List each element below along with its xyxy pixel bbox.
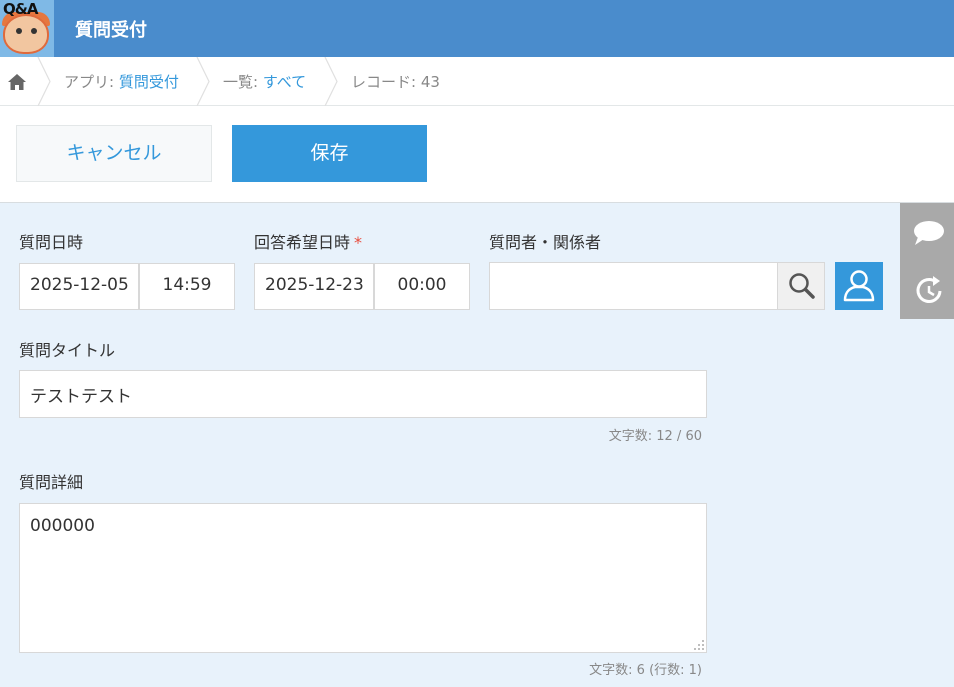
app-title: 質問受付	[75, 20, 147, 41]
history-icon	[916, 276, 942, 303]
history-button[interactable]	[900, 261, 954, 319]
app-icon-eye	[16, 28, 22, 34]
question-title-counter: 文字数: 12 / 60	[608, 429, 702, 444]
question-time-input[interactable]: 14:59	[139, 263, 235, 310]
save-button[interactable]: 保存	[232, 125, 427, 182]
user-icon	[843, 270, 875, 302]
question-date-input[interactable]: 2025-12-05	[19, 263, 139, 310]
app-icon-text: Q&A	[3, 0, 38, 18]
question-datetime-label: 質問日時	[19, 233, 84, 252]
required-mark: *	[354, 233, 363, 252]
resize-handle-icon[interactable]	[693, 639, 705, 651]
breadcrumb-separator	[37, 57, 51, 106]
app-header: Q&A 質問受付	[0, 0, 954, 57]
home-icon[interactable]	[7, 72, 27, 92]
desired-answer-time-input[interactable]: 00:00	[374, 263, 470, 310]
comment-icon	[914, 221, 944, 245]
questioner-input[interactable]	[489, 262, 778, 310]
questioner-label: 質問者・関係者	[489, 233, 602, 252]
question-detail-counter: 文字数: 6 (行数: 1)	[589, 663, 702, 678]
question-date-value: 2025-12-05	[30, 275, 129, 295]
breadcrumb-app[interactable]: アプリ: 質問受付	[64, 71, 179, 92]
breadcrumb: アプリ: 質問受付 一覧: すべて レコード: 43	[0, 57, 954, 106]
question-detail-label: 質問詳細	[19, 473, 84, 492]
search-icon	[789, 273, 815, 299]
desired-answer-date-input[interactable]: 2025-12-23	[254, 263, 374, 310]
question-detail-textarea[interactable]: 000000	[19, 503, 707, 653]
breadcrumb-list[interactable]: 一覧: すべて	[223, 71, 306, 92]
question-detail-value: 000000	[30, 516, 95, 536]
breadcrumb-record: レコード: 43	[351, 73, 440, 91]
cancel-button[interactable]: キャンセル	[16, 125, 212, 182]
app-icon-face	[3, 14, 49, 54]
questioner-user-select-button[interactable]	[835, 262, 883, 310]
app-icon[interactable]: Q&A	[0, 0, 54, 57]
breadcrumb-separator	[324, 57, 338, 106]
side-tools	[900, 203, 954, 319]
question-title-input[interactable]: テストテスト	[19, 370, 707, 418]
question-time-value: 14:59	[162, 275, 212, 295]
questioner-search-button[interactable]	[777, 262, 825, 310]
question-title-value: テストテスト	[30, 387, 132, 407]
comment-button[interactable]	[900, 203, 954, 261]
desired-answer-time-value: 00:00	[397, 275, 447, 295]
breadcrumb-list-link[interactable]: すべて	[263, 73, 306, 91]
app-icon-eye	[31, 28, 37, 34]
question-title-label: 質問タイトル	[19, 341, 116, 360]
edit-toolbar: キャンセル 保存	[0, 106, 954, 203]
desired-answer-datetime-label-text: 回答希望日時	[254, 233, 351, 252]
breadcrumb-app-prefix: アプリ:	[64, 73, 119, 91]
desired-answer-datetime-label: 回答希望日時 *	[254, 229, 362, 253]
desired-answer-date-value: 2025-12-23	[265, 275, 364, 295]
breadcrumb-list-prefix: 一覧:	[223, 73, 263, 91]
breadcrumb-separator	[196, 57, 210, 106]
breadcrumb-app-link[interactable]: 質問受付	[119, 73, 179, 91]
